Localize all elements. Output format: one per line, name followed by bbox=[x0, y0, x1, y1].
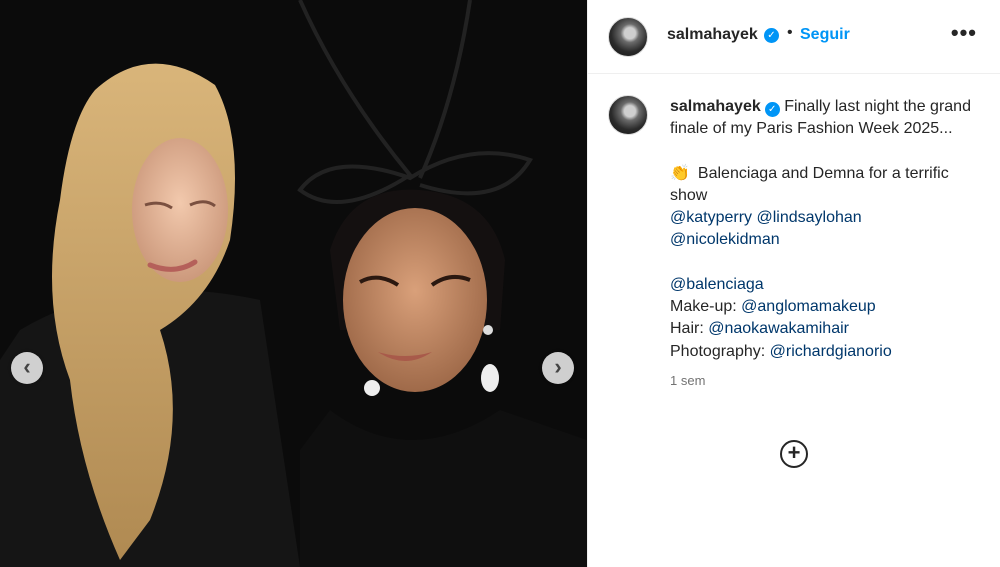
mention-link[interactable]: @richardgianorio bbox=[770, 343, 892, 360]
post-side-panel: salmahayek ✓ • Seguir ••• salmahayek ✓ Fi… bbox=[587, 0, 1000, 567]
follow-button[interactable]: Seguir bbox=[800, 26, 850, 44]
mention-link[interactable]: @balenciaga bbox=[670, 276, 764, 293]
post-header: salmahayek ✓ • Seguir ••• bbox=[588, 0, 1000, 74]
chevron-left-icon: ‹ bbox=[23, 354, 31, 379]
mention-link[interactable]: @nicolekidman bbox=[670, 231, 780, 248]
mention-link[interactable]: @katyperry bbox=[670, 209, 752, 226]
header-username[interactable]: salmahayek bbox=[667, 26, 758, 44]
photo-illustration bbox=[0, 0, 587, 567]
makeup-label: Make-up: bbox=[670, 298, 737, 316]
caption-avatar[interactable] bbox=[608, 95, 648, 135]
verified-badge-icon: ✓ bbox=[764, 28, 779, 43]
mention-link[interactable]: @naokawakamihair bbox=[708, 320, 849, 337]
post-photo[interactable]: ‹ › bbox=[0, 0, 587, 567]
next-image-button[interactable]: › bbox=[542, 352, 574, 384]
post-timestamp[interactable]: 1 sem bbox=[670, 370, 980, 392]
more-options-icon[interactable]: ••• bbox=[951, 22, 977, 44]
caption-username[interactable]: salmahayek bbox=[670, 98, 761, 115]
clapping-hands-icon: 👏 bbox=[670, 164, 690, 182]
avatar[interactable] bbox=[608, 17, 648, 57]
plus-icon: + bbox=[787, 440, 801, 465]
verified-badge-icon: ✓ bbox=[764, 102, 780, 117]
photography-label: Photography: bbox=[670, 342, 766, 360]
separator-dot: • bbox=[787, 24, 793, 41]
hair-label: Hair: bbox=[670, 320, 704, 338]
mention-link[interactable]: @lindsaylohan bbox=[757, 209, 862, 226]
previous-image-button[interactable]: ‹ bbox=[11, 352, 43, 384]
chevron-right-icon: › bbox=[554, 354, 562, 379]
caption-text: salmahayek ✓ Finally last night the grand… bbox=[670, 96, 980, 392]
add-icon[interactable]: + bbox=[780, 440, 808, 468]
caption-line-2: Balenciaga and Demna for a terrific show bbox=[670, 164, 949, 204]
mention-link[interactable]: @anglomamakeup bbox=[741, 298, 876, 315]
